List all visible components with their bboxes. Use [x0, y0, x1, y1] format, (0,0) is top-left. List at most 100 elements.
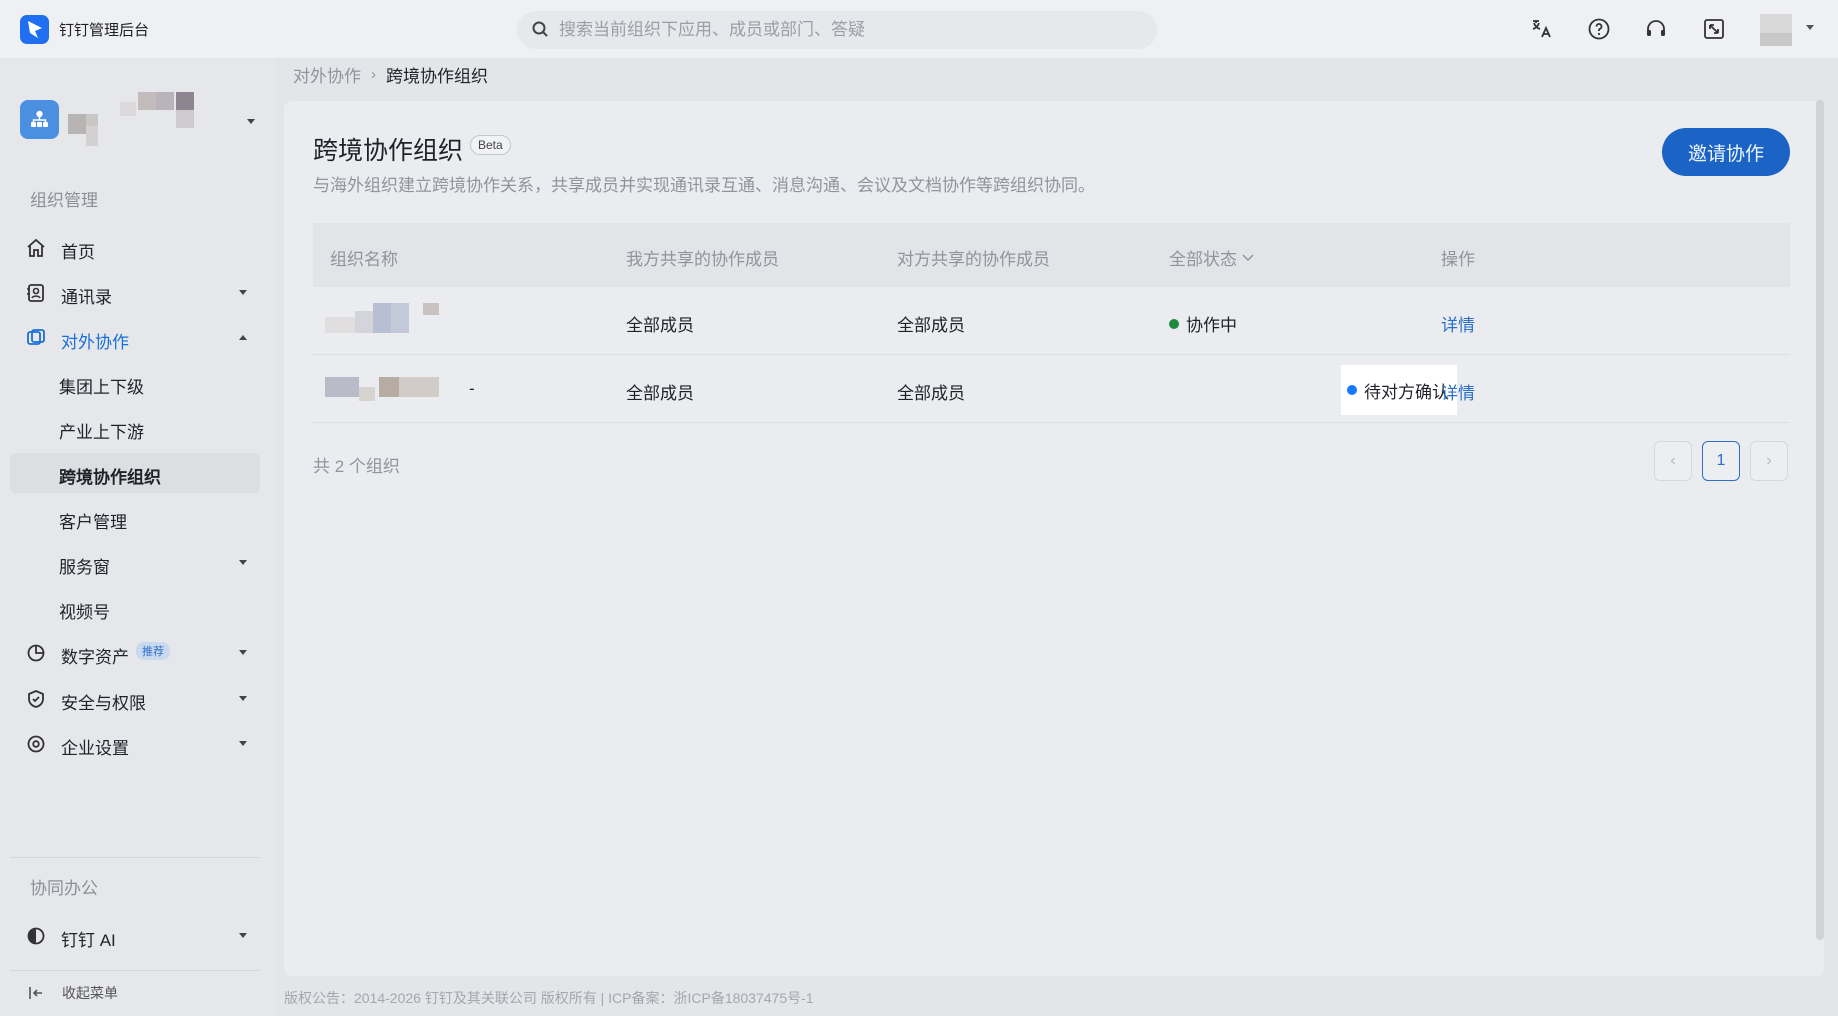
- total-count: 共 2 个组织: [313, 457, 400, 476]
- collapse-menu-button[interactable]: 收起菜单: [28, 983, 118, 1003]
- sidebar-item-external[interactable]: 对外协作: [10, 318, 260, 358]
- org-logo: [20, 100, 59, 139]
- sidebar-item-label: 服务窗: [59, 558, 110, 577]
- breadcrumb-current: 跨境协作组织: [386, 67, 488, 86]
- home-icon: [26, 238, 46, 258]
- chevron-down-icon: [1242, 253, 1254, 261]
- status-text: 待对方确认: [1364, 382, 1449, 402]
- sidebar-item-industry-up-down[interactable]: 产业上下游: [10, 408, 260, 448]
- breadcrumb-parent[interactable]: 对外协作: [293, 62, 361, 87]
- footer-copyright: 版权公告：2014-2026 钉钉及其关联公司 版权所有 | ICP备案：浙IC…: [284, 990, 814, 1006]
- headset-icon[interactable]: [1641, 14, 1671, 44]
- top-bar: 钉钉管理后台: [0, 0, 1838, 58]
- sidebar-divider: [10, 857, 260, 858]
- invite-button[interactable]: 邀请协作: [1662, 128, 1790, 176]
- column-header-name: 组织名称: [330, 250, 398, 269]
- column-header-status: 全部状态: [1169, 250, 1237, 269]
- sidebar-item-label: 首页: [61, 243, 95, 262]
- page-description: 与海外组织建立跨境协作关系，共享成员并实现通讯录互通、消息沟通、会议及文档协作等…: [313, 176, 1095, 195]
- collaboration-icon: [26, 328, 46, 348]
- org-name-blurred: [68, 92, 248, 148]
- sidebar-item-video[interactable]: 视频号: [10, 588, 260, 628]
- main-card: 跨境协作组织 Beta 与海外组织建立跨境协作关系，共享成员并实现通讯录互通、消…: [284, 101, 1824, 976]
- sidebar-divider: [10, 970, 260, 971]
- my-shared-cell: 全部成员: [626, 384, 694, 403]
- sidebar-item-label: 视频号: [59, 603, 110, 622]
- status-cell: 协作中: [1169, 311, 1237, 336]
- my-shared-cell: 全部成员: [626, 316, 694, 335]
- collapse-icon: [29, 987, 42, 999]
- fullscreen-icon[interactable]: [1699, 14, 1729, 44]
- sidebar-item-security[interactable]: 安全与权限: [10, 679, 260, 719]
- table-row: 全部成员 全部成员 协作中 详情: [313, 287, 1790, 355]
- status-cell: 待对方确认: [1341, 365, 1457, 415]
- chevron-down-icon: [239, 741, 247, 746]
- collapse-menu-label: 收起菜单: [62, 985, 118, 1001]
- contacts-icon: [26, 283, 46, 303]
- scrollbar[interactable]: [1816, 100, 1824, 940]
- chevron-up-icon: [239, 335, 247, 340]
- beta-badge: Beta: [470, 135, 511, 155]
- next-page-button[interactable]: ›: [1750, 441, 1788, 481]
- breadcrumb-separator-icon: ›: [371, 66, 376, 83]
- translate-icon[interactable]: [1526, 14, 1556, 44]
- sidebar-item-label: 数字资产: [61, 648, 129, 667]
- prev-page-button[interactable]: ‹: [1654, 441, 1692, 481]
- help-icon[interactable]: [1584, 14, 1614, 44]
- their-shared-cell: 全部成员: [897, 316, 965, 335]
- status-text: 协作中: [1186, 316, 1237, 335]
- org-name-blurred: [325, 303, 465, 337]
- column-header-action: 操作: [1441, 250, 1475, 269]
- sidebar-item-label: 钉钉 AI: [61, 931, 116, 950]
- chevron-down-icon: [239, 560, 247, 565]
- their-shared-cell: 全部成员: [897, 384, 965, 403]
- chevron-down-icon[interactable]: [1805, 24, 1815, 32]
- sidebar-item-enterprise-settings[interactable]: 企业设置: [10, 724, 260, 764]
- search-icon: [531, 20, 551, 40]
- recommend-badge: 推荐: [136, 642, 170, 660]
- column-header-my-shared: 我方共享的协作成员: [626, 250, 779, 269]
- pie-chart-icon: [26, 643, 46, 663]
- dingtalk-logo[interactable]: [20, 15, 49, 44]
- table-row: - 全部成员 全部成员 待对方确认 详情: [313, 355, 1790, 423]
- org-switcher[interactable]: [20, 92, 260, 152]
- sidebar-item-label: 企业设置: [61, 739, 129, 758]
- sidebar-item-home[interactable]: 首页: [10, 228, 260, 268]
- status-filter[interactable]: 全部状态: [1169, 245, 1255, 270]
- chevron-down-icon: [239, 650, 247, 655]
- user-avatar[interactable]: [1760, 14, 1792, 46]
- sidebar-item-label: 通讯录: [61, 288, 112, 307]
- chevron-down-icon: [247, 119, 255, 124]
- shield-icon: [26, 689, 46, 709]
- sidebar-item-label: 对外协作: [61, 333, 129, 352]
- breadcrumb: 对外协作 › 跨境协作组织: [293, 62, 488, 87]
- column-header-their-shared: 对方共享的协作成员: [897, 250, 1050, 269]
- page-number-button[interactable]: 1: [1702, 441, 1740, 481]
- status-dot-icon: [1347, 385, 1357, 395]
- chevron-down-icon: [239, 290, 247, 295]
- org-name-blurred: [325, 371, 465, 405]
- search-input[interactable]: [559, 20, 1119, 40]
- group-label-org-manage: 组织管理: [30, 191, 98, 210]
- sidebar-item-ai[interactable]: 钉钉 AI: [10, 916, 260, 956]
- page-title: 跨境协作组织: [313, 137, 464, 165]
- app-title: 钉钉管理后台: [59, 22, 150, 39]
- detail-link[interactable]: 详情: [1441, 311, 1475, 336]
- chevron-down-icon: [239, 933, 247, 938]
- sidebar-item-service-window[interactable]: 服务窗: [10, 543, 260, 583]
- global-search[interactable]: [517, 11, 1157, 49]
- detail-link[interactable]: 详情: [1441, 379, 1475, 404]
- sidebar-item-label: 安全与权限: [61, 694, 146, 713]
- org-name-suffix: -: [469, 379, 475, 398]
- sidebar-item-digital-assets[interactable]: 数字资产 推荐: [10, 633, 260, 673]
- sidebar-item-label: 产业上下游: [59, 423, 144, 442]
- table-header: 组织名称 我方共享的协作成员 对方共享的协作成员 全部状态 操作: [313, 223, 1790, 287]
- sidebar-item-contacts[interactable]: 通讯录: [10, 273, 260, 313]
- sidebar: 组织管理 首页 通讯录 对外协作 集团上下级 产业上下游 跨境协作组织 客户管理…: [0, 58, 275, 1016]
- status-dot-icon: [1169, 318, 1179, 329]
- sidebar-item-group-up-down[interactable]: 集团上下级: [10, 363, 260, 403]
- sidebar-item-customer[interactable]: 客户管理: [10, 498, 260, 538]
- sidebar-item-label: 跨境协作组织: [59, 468, 161, 487]
- sidebar-item-cross-border[interactable]: 跨境协作组织: [10, 453, 260, 493]
- sidebar-item-label: 客户管理: [59, 513, 127, 532]
